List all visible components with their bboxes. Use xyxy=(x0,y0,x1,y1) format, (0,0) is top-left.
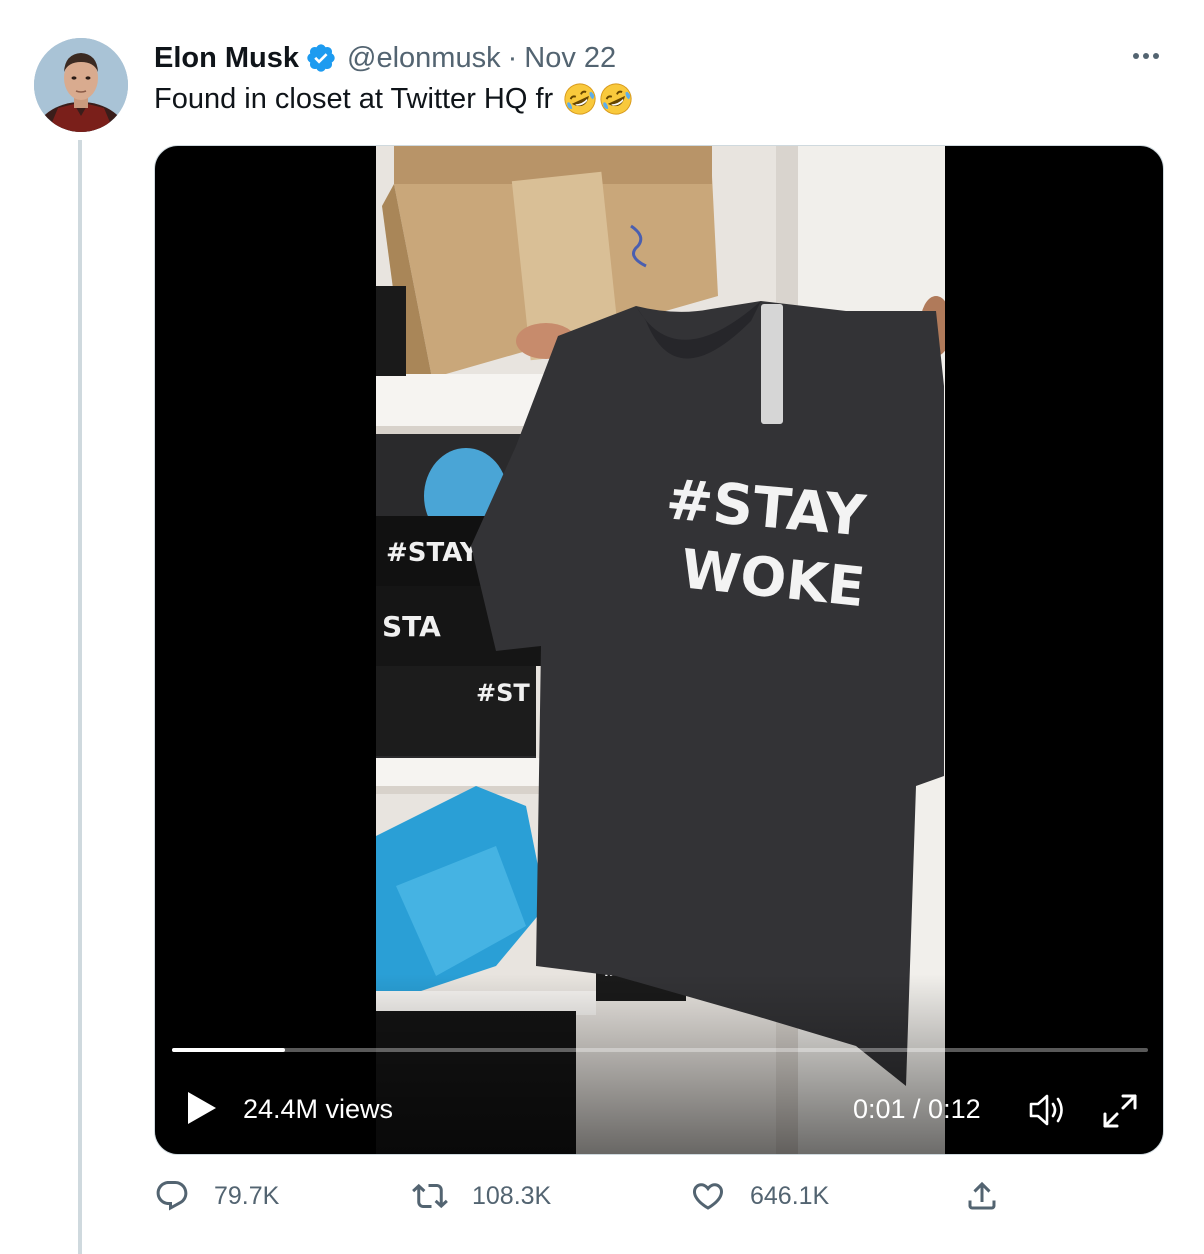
rolling-laughing-emoji-icon xyxy=(600,83,632,115)
tweet-text-content: Found in closet at Twitter HQ fr xyxy=(154,82,554,115)
share-icon xyxy=(968,1181,996,1210)
fullscreen-icon[interactable] xyxy=(1101,1092,1139,1130)
tweet-actions: 79.7K 108.3K 646.1K xyxy=(154,1178,1164,1222)
separator-dot: · xyxy=(507,41,518,74)
tweet-text: Found in closet at Twitter HQ fr xyxy=(154,82,635,116)
controls-scrim xyxy=(155,974,1163,1154)
author-name[interactable]: Elon Musk xyxy=(154,42,299,75)
tweet: Elon Musk @elonmusk · Nov 22 Found in cl… xyxy=(0,0,1204,1254)
play-icon[interactable] xyxy=(183,1090,219,1126)
svg-text:#STAY: #STAY xyxy=(386,538,480,568)
emoji-group xyxy=(563,82,635,116)
retweet-button[interactable]: 108.3K xyxy=(412,1178,551,1214)
tweet-header: Elon Musk @elonmusk · Nov 22 xyxy=(154,38,616,78)
reply-icon xyxy=(156,1181,188,1211)
retweet-count: 108.3K xyxy=(472,1181,552,1210)
retweet-icon xyxy=(412,1183,448,1209)
svg-text:#ST: #ST xyxy=(476,679,530,707)
volume-icon[interactable] xyxy=(1027,1092,1067,1128)
verified-badge-icon xyxy=(305,42,337,74)
rolling-laughing-emoji-icon xyxy=(564,83,596,115)
video-player[interactable]: #STAY STA #ST #STAY WOKE 24.4M views 0:0… xyxy=(154,145,1164,1155)
video-progress-bar[interactable] xyxy=(172,1048,1148,1052)
avatar[interactable] xyxy=(34,38,128,132)
svg-text:STA: STA xyxy=(382,610,441,643)
avatar-image xyxy=(34,38,128,132)
like-count: 646.1K xyxy=(750,1181,830,1210)
video-time: 0:01 / 0:12 xyxy=(853,1094,981,1124)
author-handle[interactable]: @elonmusk xyxy=(347,42,501,75)
tweet-date[interactable]: Nov 22 xyxy=(524,42,616,75)
reply-count: 79.7K xyxy=(214,1181,280,1210)
view-count: 24.4M views xyxy=(243,1094,394,1124)
thread-line xyxy=(78,140,82,1254)
more-options-icon[interactable] xyxy=(1126,42,1166,70)
heart-icon xyxy=(692,1183,724,1210)
reply-button[interactable]: 79.7K xyxy=(154,1178,279,1214)
share-button[interactable] xyxy=(964,1178,1024,1214)
video-progress-fill xyxy=(172,1048,286,1052)
like-button[interactable]: 646.1K xyxy=(690,1178,829,1214)
